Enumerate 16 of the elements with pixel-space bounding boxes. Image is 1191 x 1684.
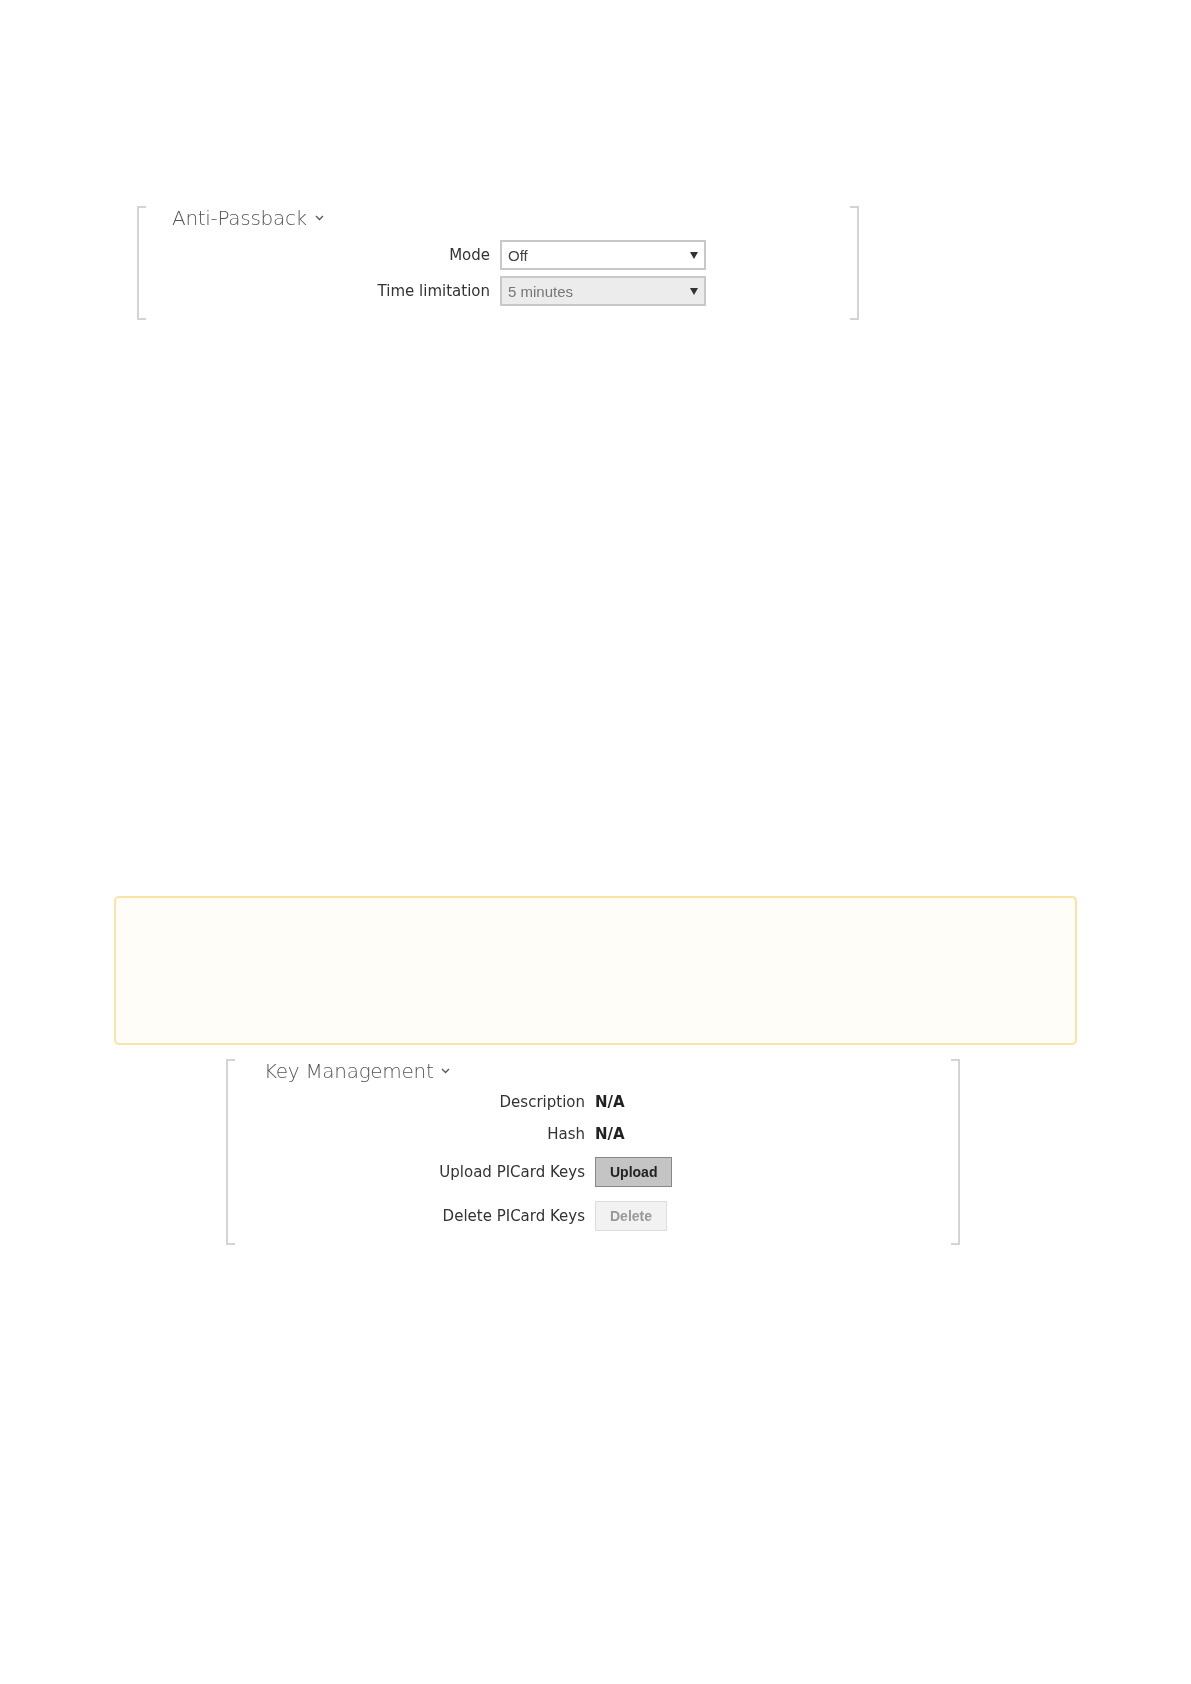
field-value: N/A: [595, 1093, 626, 1111]
chevron-down-icon[interactable]: [314, 215, 324, 221]
field-label: Delete PICard Keys: [442, 1207, 585, 1225]
dropdown-select[interactable]: Off: [500, 240, 706, 270]
dropdown-arrow-icon: [690, 251, 698, 259]
field-label: Upload PICard Keys: [439, 1163, 585, 1181]
chevron-down-icon[interactable]: [441, 1068, 451, 1074]
field-label: Time limitation: [377, 282, 490, 300]
section-title: Anti-Passback: [172, 206, 307, 230]
field-label: Mode: [449, 246, 490, 264]
field-label: Hash: [547, 1125, 585, 1143]
section-title: Key Management: [264, 1059, 434, 1083]
upload-button[interactable]: Upload: [595, 1157, 673, 1187]
dropdown-arrow-icon: [690, 287, 698, 295]
field-label: Description: [499, 1093, 585, 1111]
field-value: N/A: [595, 1125, 626, 1143]
